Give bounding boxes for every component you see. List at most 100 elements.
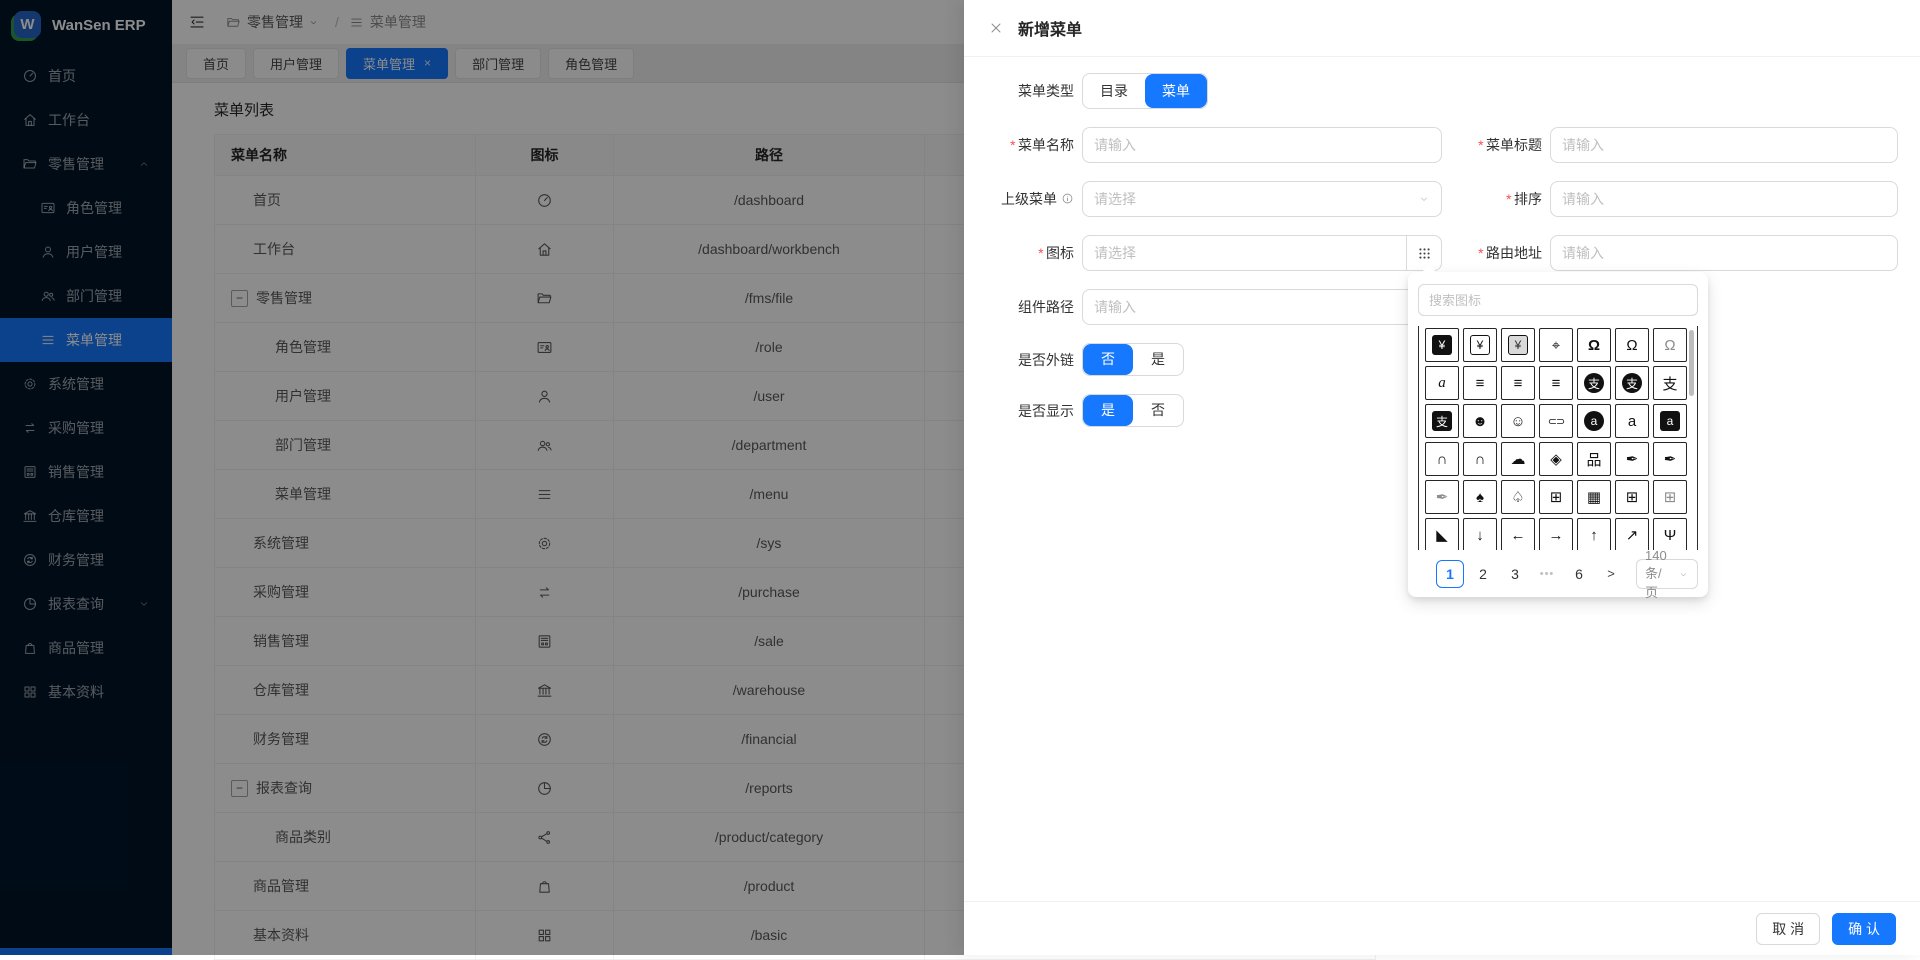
icon-label: *图标 [974,243,1082,263]
icon-option-amazon-square-filled[interactable]: a [1653,404,1687,438]
ant-cloud-outlined-icon: ☁ [1511,450,1526,468]
icon-option-alert-outlined[interactable]: Ω [1615,328,1649,362]
icon-option-account-book-filled[interactable]: ¥ [1425,328,1459,362]
icon-option-api-twotone[interactable]: ✒ [1425,480,1459,514]
icon-option-amazon-circle-filled[interactable]: a [1577,404,1611,438]
icon-option-align-center-outlined[interactable]: ≡ [1463,366,1497,400]
icon-option-area-chart-outlined[interactable]: ◣ [1425,518,1459,550]
icon-option-arrows-alt-outlined[interactable]: ↗ [1615,518,1649,550]
icon-option-apple-outlined[interactable]: ♤ [1501,480,1535,514]
alipay-outlined-icon: 支 [1662,373,1677,394]
icon-option-api-outlined[interactable]: ✒ [1653,442,1687,476]
component-path-label: *组件路径 [974,297,1082,317]
confirm-button[interactable]: 确 认 [1832,913,1896,945]
amazon-circle-filled-icon: a [1584,411,1604,431]
icon-option-alibaba-outlined[interactable]: a [1425,366,1459,400]
option-是[interactable]: 是 [1083,395,1133,426]
align-left-outlined-icon: ≡ [1514,375,1523,392]
icon-option-alipay-circle-filled[interactable]: 支 [1577,366,1611,400]
apple-outlined-icon: ♤ [1511,488,1524,506]
account-book-filled-icon: ¥ [1432,335,1452,355]
icon-option-appstore-outlined[interactable]: ⊞ [1615,480,1649,514]
icon-option-aliwangwang-outlined[interactable]: ☺ [1501,404,1535,438]
option-是[interactable]: 是 [1133,344,1183,375]
appstore-filled-icon: ▦ [1587,488,1601,506]
alipay-circle-outlined-icon: 支 [1622,373,1642,393]
menu-type-segmented: 目录菜单 [1082,73,1208,109]
component-path-input[interactable] [1082,289,1442,325]
alipay-square-filled-icon: 支 [1432,411,1452,431]
icon-option-alert-twotone[interactable]: Ω [1653,328,1687,362]
icon-option-apartment-outlined[interactable]: 品 [1577,442,1611,476]
icon-option-arrow-left-outlined[interactable]: ← [1501,518,1535,550]
sort-input[interactable] [1550,181,1898,217]
icon-option-appstore-add-outlined[interactable]: ⊞ [1539,480,1573,514]
icon-option-android-filled[interactable]: ∩ [1425,442,1459,476]
apartment-outlined-icon: 品 [1586,449,1601,470]
icon-option-appstore-filled[interactable]: ▦ [1577,480,1611,514]
next-page-button[interactable]: > [1598,561,1624,587]
page-6[interactable]: 6 [1566,561,1592,587]
icon-option-audio-outlined[interactable]: Ψ [1653,518,1687,550]
icon-grid-viewport: ¥¥¥⌖ΩΩΩa≡≡≡支支支支☻☺⊂⊃aaa∩∩☁◈品✒✒✒♠♤⊞▦⊞⊞◣↓←→… [1418,326,1698,550]
icon-option-alipay-circle-outlined[interactable]: 支 [1615,366,1649,400]
route-input[interactable] [1550,235,1898,271]
icon-option-alipay-square-filled[interactable]: 支 [1425,404,1459,438]
popup-scrollbar-thumb[interactable] [1689,330,1694,396]
visible-segmented: 是否 [1082,394,1184,427]
icon-option-alert-filled[interactable]: Ω [1577,328,1611,362]
page-2[interactable]: 2 [1470,561,1496,587]
api-twotone-icon: ✒ [1436,488,1449,506]
close-icon[interactable] [988,20,1004,36]
icon-picker-button[interactable] [1406,235,1442,271]
external-link-segmented: 否是 [1082,343,1184,376]
account-book-outlined-icon: ¥ [1470,335,1490,355]
option-否[interactable]: 否 [1083,344,1133,375]
icon-option-align-right-outlined[interactable]: ≡ [1539,366,1573,400]
visible-label: *是否显示 [974,401,1082,421]
icon-option-api-filled[interactable]: ✒ [1615,442,1649,476]
alert-outlined-icon: Ω [1626,337,1637,354]
sort-label: *排序 [1446,189,1550,209]
icon-option-aim-outlined[interactable]: ⌖ [1539,328,1573,362]
field-sort: *排序 [1446,181,1898,217]
icon-option-account-book-twotone[interactable]: ¥ [1501,328,1535,362]
icon-select[interactable]: 请选择 [1082,235,1406,271]
icon-option-amazon-outlined[interactable]: a [1615,404,1649,438]
arrow-down-outlined-icon: ↓ [1476,527,1484,544]
page-size-select[interactable]: 140 条/页 [1636,559,1698,589]
icon-option-align-left-outlined[interactable]: ≡ [1501,366,1535,400]
alipay-circle-filled-icon: 支 [1584,373,1604,393]
icon-option-arrow-down-outlined[interactable]: ↓ [1463,518,1497,550]
area-chart-outlined-icon: ◣ [1436,526,1448,544]
icon-option-appstore-twotone[interactable]: ⊞ [1653,480,1687,514]
cancel-button[interactable]: 取 消 [1756,913,1820,945]
icon-option-android-outlined[interactable]: ∩ [1463,442,1497,476]
icon-option-alipay-outlined[interactable]: 支 [1653,366,1687,400]
menu-title-label: *菜单标题 [1446,135,1550,155]
option-否[interactable]: 否 [1133,395,1183,426]
external-link-label: *是否外链 [974,350,1082,370]
icon-option-arrow-right-outlined[interactable]: → [1539,518,1573,550]
icon-option-account-book-outlined[interactable]: ¥ [1463,328,1497,362]
appstore-add-outlined-icon: ⊞ [1550,488,1563,506]
page-1[interactable]: 1 [1436,560,1464,588]
drawer-footer: 取 消 确 认 [964,901,1920,955]
option-目录[interactable]: 目录 [1083,74,1145,108]
icon-option-aliyun-outlined[interactable]: ⊂⊃ [1539,404,1573,438]
chevron-down-icon [1678,569,1689,580]
alert-filled-icon: Ω [1588,337,1600,354]
parent-menu-select[interactable]: 请选择 [1082,181,1442,217]
icon-option-arrow-up-outlined[interactable]: ↑ [1577,518,1611,550]
icon-option-ant-cloud-outlined[interactable]: ☁ [1501,442,1535,476]
icon-option-ant-design-outlined[interactable]: ◈ [1539,442,1573,476]
field-menu-title: *菜单标题 [1446,127,1898,163]
icon-option-apple-filled[interactable]: ♠ [1463,480,1497,514]
menu-name-input[interactable] [1082,127,1442,163]
icon-option-aliwangwang-filled[interactable]: ☻ [1463,404,1497,438]
menu-title-input[interactable] [1550,127,1898,163]
alert-twotone-icon: Ω [1664,337,1675,354]
page-3[interactable]: 3 [1502,561,1528,587]
icon-search-input[interactable] [1418,284,1698,316]
option-菜单[interactable]: 菜单 [1145,74,1207,108]
